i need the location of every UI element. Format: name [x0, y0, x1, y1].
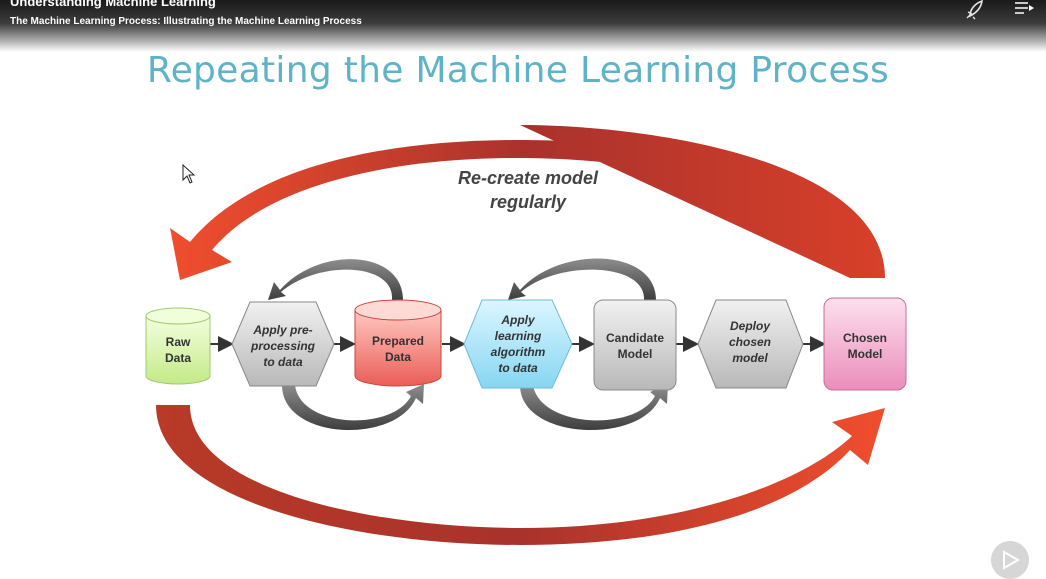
- candidate-model-label-1: Candidate: [606, 331, 664, 345]
- apply-algorithm-label-3: algorithm: [491, 345, 546, 359]
- prepared-data-label-1: Prepared: [372, 334, 424, 348]
- apply-algorithm-label-4: to data: [498, 361, 538, 375]
- chosen-model-label-2: Model: [848, 347, 883, 361]
- algorithm-loop-arrow-bottom: [520, 384, 668, 431]
- preprocess-loop-arrow-bottom: [282, 384, 424, 431]
- raw-data-label-2: Data: [165, 351, 191, 365]
- loop-label-line-1: Re-create model: [458, 168, 599, 188]
- preprocess-label-1: Apply pre-: [252, 323, 312, 337]
- chosen-model-label-1: Chosen: [843, 331, 887, 345]
- apply-algorithm-label-2: learning: [495, 329, 542, 343]
- mouse-cursor-icon: [182, 164, 196, 184]
- preprocess-loop-arrow-top: [268, 259, 403, 300]
- play-icon[interactable]: [991, 541, 1029, 579]
- loop-label-line-2: regularly: [490, 192, 567, 212]
- ml-process-diagram: Raw Data Apply pre- processing to data P…: [145, 125, 907, 545]
- raw-data-label-1: Raw: [166, 335, 191, 349]
- deploy-model-label-2: chosen: [729, 335, 771, 349]
- preprocess-label-2: processing: [250, 339, 316, 353]
- deploy-model-label-1: Deploy: [730, 319, 771, 333]
- apply-algorithm-label-1: Apply: [500, 313, 536, 327]
- candidate-model-label-2: Model: [618, 347, 653, 361]
- candidate-model-node: [593, 299, 677, 391]
- deploy-model-label-3: model: [732, 351, 768, 365]
- prepared-data-label-2: Data: [385, 350, 411, 364]
- algorithm-loop-arrow-top: [508, 258, 656, 300]
- recreate-cycle-arrow-bottom: [156, 405, 885, 545]
- preprocess-label-3: to data: [263, 355, 303, 369]
